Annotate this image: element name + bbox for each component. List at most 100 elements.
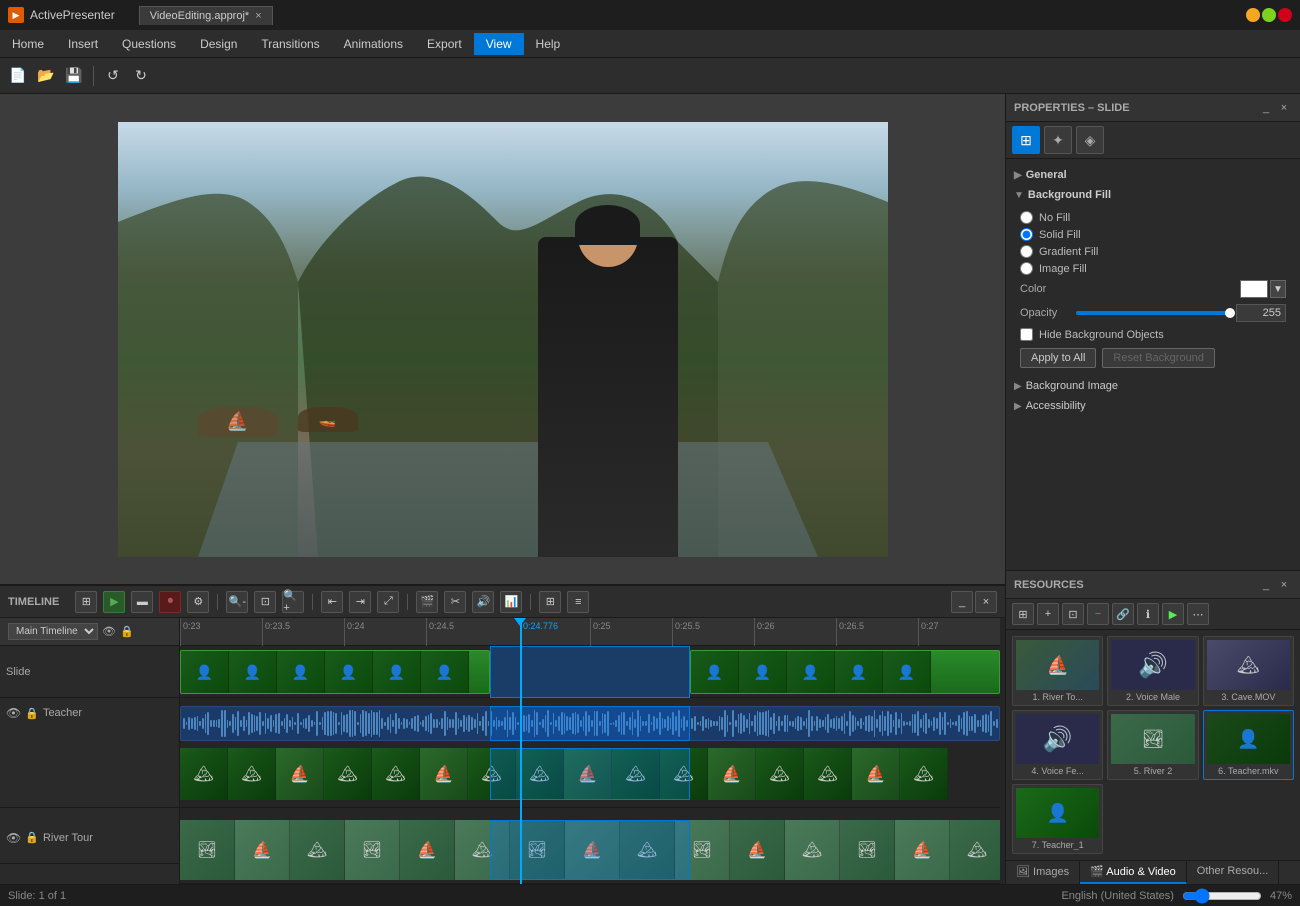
res-link-btn[interactable]: 🔗 <box>1112 603 1134 625</box>
res-tab-audio-video[interactable]: 🎬 Audio & Video <box>1080 861 1187 884</box>
tab-anim[interactable]: ◈ <box>1076 126 1104 154</box>
timeline-record-btn[interactable]: ⏺ <box>159 591 181 613</box>
bg-fill-section-header[interactable]: ▼ Background Fill <box>1012 185 1294 205</box>
timeline-playhead[interactable] <box>520 618 522 884</box>
menu-questions[interactable]: Questions <box>110 33 188 55</box>
gradient-fill-radio[interactable] <box>1020 245 1033 258</box>
opacity-input[interactable] <box>1236 304 1286 322</box>
undo-button[interactable]: ↺ <box>101 64 125 88</box>
resource-item-4[interactable]: 🔊 4. Voice Fe... <box>1012 710 1103 780</box>
resource-item-3[interactable]: 🏔 3. Cave.MOV <box>1203 636 1294 706</box>
res-tab-images[interactable]: 🖼 Images <box>1006 861 1080 884</box>
res-delete-btn[interactable]: − <box>1087 603 1109 625</box>
slide-canvas[interactable]: ⛵ 🚤 <box>118 122 888 557</box>
res-panel-close[interactable]: × <box>1276 577 1292 593</box>
timeline-clip-btn[interactable]: ▬ <box>131 591 153 613</box>
menu-help[interactable]: Help <box>524 33 573 55</box>
res-panel-minimize[interactable]: _ <box>1258 577 1274 593</box>
tl-btn-14[interactable]: ⊞ <box>539 591 561 613</box>
resources-panel: RESOURCES _ × ⊞ + ⊡ − 🔗 ℹ ▶ ⋯ <box>1006 570 1300 884</box>
tab-fx[interactable]: ✦ <box>1044 126 1072 154</box>
file-tab-close[interactable]: × <box>255 10 261 22</box>
res-tab-other[interactable]: Other Resou... <box>1187 861 1280 884</box>
new-button[interactable]: 📄 <box>6 64 30 88</box>
image-fill-radio[interactable] <box>1020 262 1033 275</box>
file-tab[interactable]: VideoEditing.approj* × <box>139 6 273 25</box>
res-info-btn[interactable]: ℹ <box>1137 603 1159 625</box>
res-group-btn[interactable]: ⊡ <box>1062 603 1084 625</box>
menu-animations[interactable]: Animations <box>332 33 415 55</box>
timeline-settings-btn[interactable]: ⚙ <box>187 591 209 613</box>
solid-fill-radio[interactable] <box>1020 228 1033 241</box>
res-add-btn[interactable]: + <box>1037 603 1059 625</box>
tl-close-btn[interactable]: × <box>975 591 997 613</box>
opacity-thumb[interactable] <box>1225 308 1235 318</box>
menu-design[interactable]: Design <box>188 33 249 55</box>
timeline-select[interactable]: Main Timeline <box>8 623 98 640</box>
teacher-eye-icon[interactable]: 👁 <box>6 706 21 720</box>
opacity-slider[interactable] <box>1076 311 1230 315</box>
bg-image-section-header[interactable]: ▶ Background Image <box>1012 376 1294 396</box>
properties-panel-btns: _ × <box>1258 100 1292 116</box>
props-panel-minimize[interactable]: _ <box>1258 100 1274 116</box>
opacity-row: Opacity <box>1020 301 1286 325</box>
tl-btn-10[interactable]: 🎬 <box>416 591 438 613</box>
apply-to-all-btn[interactable]: Apply to All <box>1020 348 1096 368</box>
teacher-track-row[interactable]: // Will be rendered via JS below 🏔 🏔 ⛵ <box>180 698 1000 808</box>
zoom-slider[interactable] <box>1182 888 1262 904</box>
open-button[interactable]: 📂 <box>34 64 58 88</box>
teacher-video-row[interactable]: 🏔 🏔 ⛵ 🏔 🏔 ⛵ 🏔 🏔 ⛵ 🏔 🏔 <box>180 748 1000 800</box>
tl-btn-12[interactable]: 🔊 <box>472 591 494 613</box>
redo-button[interactable]: ↻ <box>129 64 153 88</box>
resource-item-5[interactable]: 🏞 5. River 2 <box>1107 710 1198 780</box>
accessibility-section-header[interactable]: ▶ Accessibility <box>1012 396 1294 416</box>
resource-item-1[interactable]: ⛵ 1. River To... <box>1012 636 1103 706</box>
menu-transitions[interactable]: Transitions <box>249 33 331 55</box>
zoom-out-btn[interactable]: 🔍- <box>226 591 248 613</box>
tl-minimize-btn[interactable]: _ <box>951 591 973 613</box>
tl-btn-15[interactable]: ≡ <box>567 591 589 613</box>
props-panel-close[interactable]: × <box>1276 100 1292 116</box>
river-video-clip[interactable]: 🏞 ⛵ 🏔 🏞 ⛵ 🏔 🏞 ⛵ 🏔 🏞 ⛵ <box>180 820 1000 880</box>
zoom-in-btn[interactable]: 🔍+ <box>282 591 304 613</box>
teacher-lock-icon[interactable]: 🔒 <box>25 707 39 720</box>
menu-insert[interactable]: Insert <box>56 33 110 55</box>
slide-track-row[interactable]: 👤 👤 👤 👤 👤 👤 <box>180 646 1000 698</box>
res-play-btn[interactable]: ▶ <box>1162 603 1184 625</box>
menu-export[interactable]: Export <box>415 33 474 55</box>
timeline-play-btn[interactable]: ▶ <box>103 591 125 613</box>
reset-bg-btn[interactable]: Reset Background <box>1102 348 1215 368</box>
tl-btn-11[interactable]: ✂ <box>444 591 466 613</box>
zoom-fit-btn[interactable]: ⊡ <box>254 591 276 613</box>
close-button[interactable] <box>1278 8 1292 22</box>
slide-green-clip[interactable]: 👤 👤 👤 👤 👤 👤 <box>180 650 490 694</box>
resource-item-2[interactable]: 🔊 2. Voice Male <box>1107 636 1198 706</box>
minimize-button[interactable] <box>1246 8 1260 22</box>
river-eye-icon[interactable]: 👁 <box>6 831 21 845</box>
color-dropdown-btn[interactable]: ▼ <box>1270 280 1286 298</box>
tl-btn-9[interactable]: ⤢ <box>377 591 399 613</box>
river-track-row[interactable]: 🏞 ⛵ 🏔 🏞 ⛵ 🏔 🏞 ⛵ 🏔 🏞 ⛵ <box>180 816 1000 884</box>
res-more-btn[interactable]: ⋯ <box>1187 603 1209 625</box>
menu-home[interactable]: Home <box>0 33 56 55</box>
track-content[interactable]: 0:23 0:23.5 0:24 0:24.5 0:24.776 0:25 0:… <box>180 618 1005 884</box>
resource-item-7[interactable]: 👤 7. Teacher_1 <box>1012 784 1103 854</box>
tab-slide[interactable]: ⊞ <box>1012 126 1040 154</box>
tl-btn-13[interactable]: 📊 <box>500 591 522 613</box>
menu-view[interactable]: View <box>474 33 524 55</box>
save-button[interactable]: 💾 <box>62 64 86 88</box>
color-swatch[interactable] <box>1240 280 1268 298</box>
ruler-tick-3: 0:24.5 <box>426 618 454 646</box>
no-fill-radio[interactable] <box>1020 211 1033 224</box>
tl-btn-7[interactable]: ⇤ <box>321 591 343 613</box>
river-lock-icon[interactable]: 🔒 <box>25 831 39 844</box>
hide-bg-checkbox[interactable] <box>1020 328 1033 341</box>
resource-item-6[interactable]: 👤 6. Teacher.mkv <box>1203 710 1294 780</box>
track-label-river: 👁 🔒 River Tour <box>0 812 179 864</box>
general-section-header[interactable]: ▶ General <box>1012 165 1294 185</box>
maximize-button[interactable] <box>1262 8 1276 22</box>
timeline-fit-btn[interactable]: ⊞ <box>75 591 97 613</box>
tl-btn-8[interactable]: ⇥ <box>349 591 371 613</box>
slide-green-clip-2[interactable]: 👤 👤 👤 👤 👤 <box>690 650 1000 694</box>
res-grid-view[interactable]: ⊞ <box>1012 603 1034 625</box>
